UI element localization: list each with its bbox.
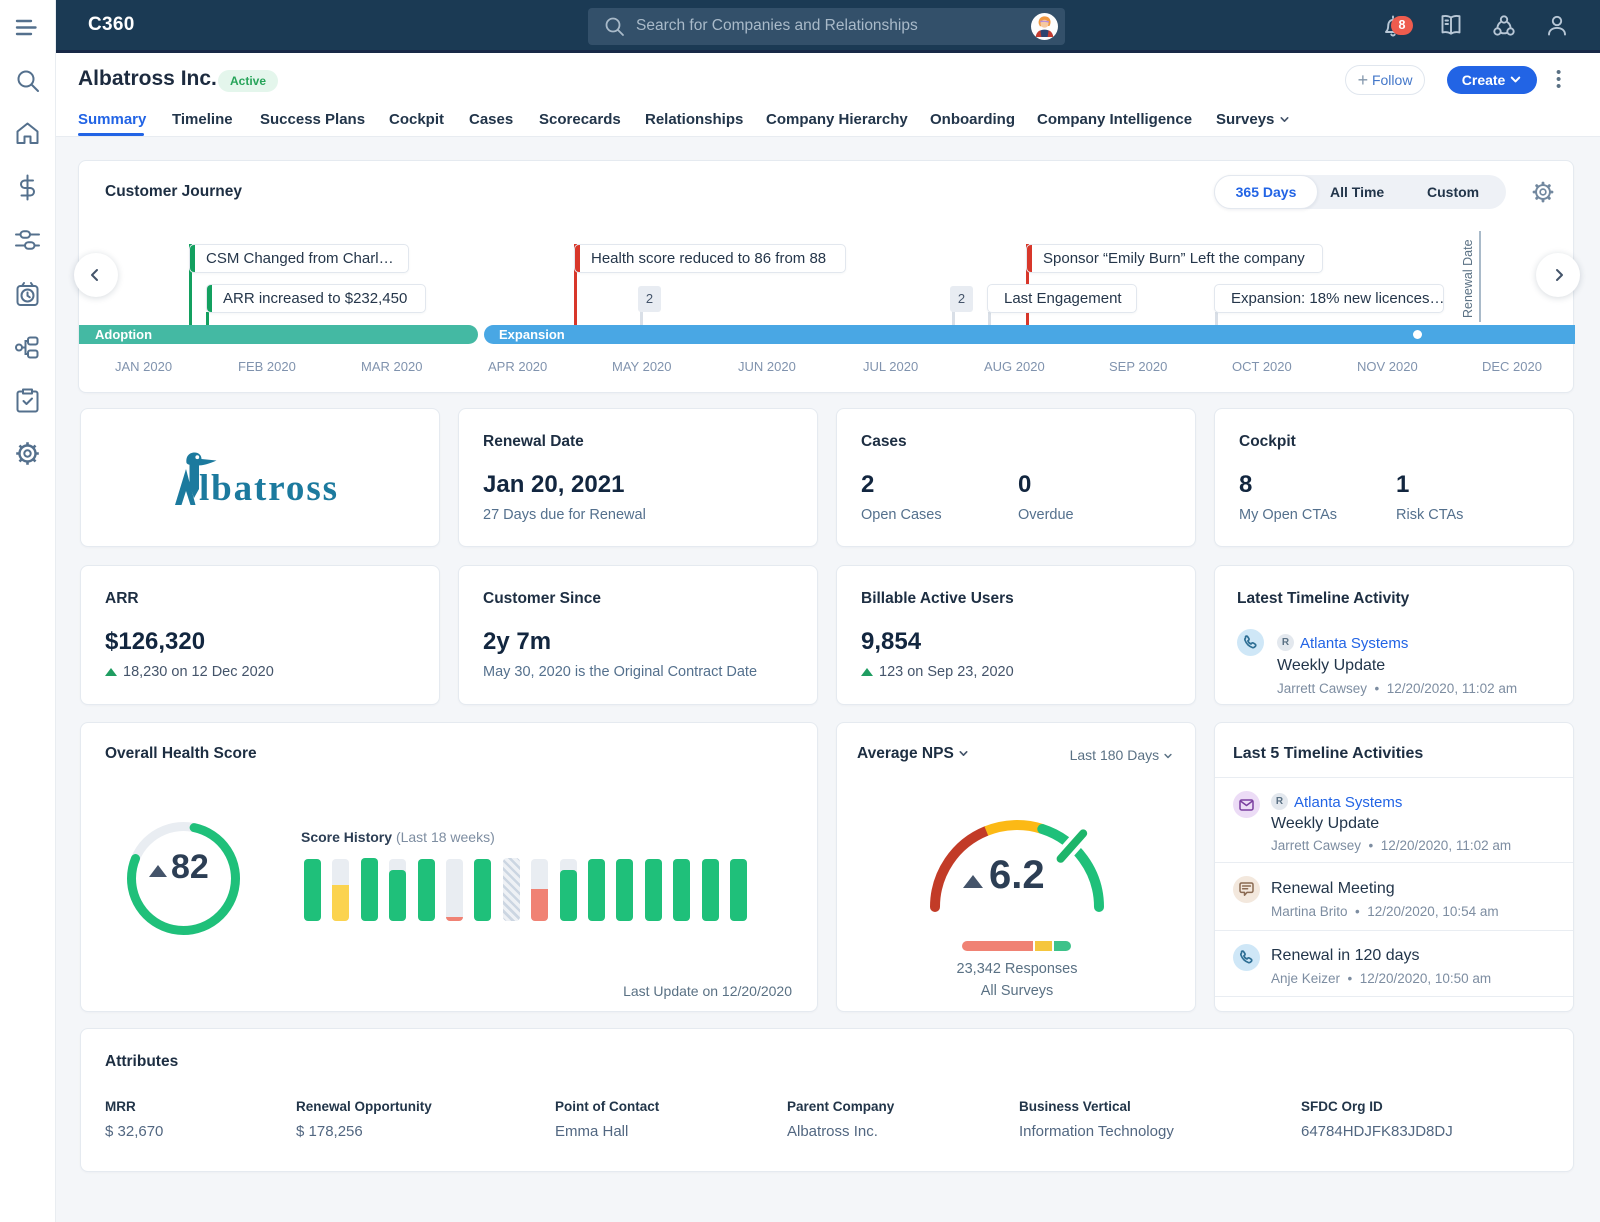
svg-text:lbatross: lbatross [199, 468, 339, 509]
